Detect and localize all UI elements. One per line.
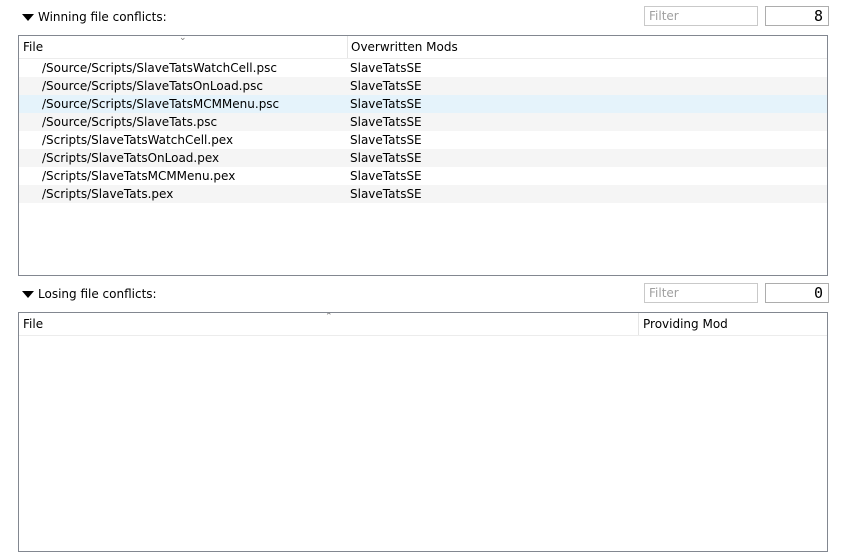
file-path-cell: /Scripts/SlaveTats.pex bbox=[42, 187, 174, 201]
losing-conflicts-list[interactable]: File ⌃ Providing Mod bbox=[18, 312, 828, 552]
table-row[interactable]: /Scripts/SlaveTatsWatchCell.pex SlaveTats… bbox=[19, 131, 827, 149]
file-path-cell: /Source/Scripts/SlaveTatsWatchCell.psc bbox=[42, 61, 277, 75]
mod-name-cell: SlaveTatsSE bbox=[350, 79, 422, 93]
winning-conflicts-list[interactable]: File ⌄ Overwritten Mods /Source/Scripts/… bbox=[18, 35, 828, 276]
losing-conflicts-title: Losing file conflicts: bbox=[38, 287, 157, 301]
column-header-overwritten-mods[interactable]: Overwritten Mods bbox=[347, 36, 827, 58]
file-path-cell: /Scripts/SlaveTatsOnLoad.pex bbox=[42, 151, 220, 165]
column-header-providing-mod[interactable]: Providing Mod bbox=[639, 313, 827, 335]
losing-column-header-row: File ⌃ Providing Mod bbox=[19, 313, 827, 336]
file-path-cell: /Source/Scripts/SlaveTats.psc bbox=[42, 115, 218, 129]
file-path-cell: /Scripts/SlaveTatsMCMMenu.pex bbox=[42, 169, 236, 183]
winning-count-value: 8 bbox=[813, 7, 823, 25]
file-path-cell: /Scripts/SlaveTatsWatchCell.pex bbox=[42, 133, 234, 147]
sort-caret-up-icon: ⌄ bbox=[179, 35, 187, 43]
table-row[interactable]: /Source/Scripts/SlaveTatsWatchCell.psc Sl… bbox=[19, 59, 827, 77]
mod-name-cell: SlaveTatsSE bbox=[350, 169, 422, 183]
mod-name-cell: SlaveTatsSE bbox=[350, 151, 422, 165]
table-row[interactable]: /Source/Scripts/SlaveTatsMCMMenu.psc Slav… bbox=[19, 95, 827, 113]
table-row[interactable]: /Source/Scripts/SlaveTats.psc SlaveTatsSE bbox=[19, 113, 827, 131]
file-path-cell: /Source/Scripts/SlaveTatsOnLoad.psc bbox=[42, 79, 263, 93]
winning-conflicts-title: Winning file conflicts: bbox=[38, 10, 167, 24]
file-path-cell: /Source/Scripts/SlaveTatsMCMMenu.psc bbox=[42, 97, 280, 111]
winning-filter-input[interactable] bbox=[644, 6, 758, 26]
winning-column-header-row: File ⌄ Overwritten Mods bbox=[19, 36, 827, 59]
mod-name-cell: SlaveTatsSE bbox=[350, 133, 422, 147]
winning-conflicts-header: Winning file conflicts: 8 bbox=[20, 5, 829, 29]
losing-filter-input[interactable] bbox=[644, 283, 758, 303]
table-row[interactable]: /Scripts/SlaveTats.pex SlaveTatsSE bbox=[19, 185, 827, 203]
table-row[interactable]: /Scripts/SlaveTatsMCMMenu.pex SlaveTatsSE bbox=[19, 167, 827, 185]
losing-conflicts-toggle[interactable]: Losing file conflicts: bbox=[20, 282, 157, 306]
table-row[interactable]: /Scripts/SlaveTatsOnLoad.pex SlaveTatsSE bbox=[19, 149, 827, 167]
mod-name-cell: SlaveTatsSE bbox=[350, 61, 422, 75]
mod-name-cell: SlaveTatsSE bbox=[350, 115, 422, 129]
expand-triangle-icon bbox=[22, 290, 34, 298]
losing-count-value: 0 bbox=[813, 284, 823, 302]
mod-name-cell: SlaveTatsSE bbox=[350, 187, 422, 201]
winning-rows: /Source/Scripts/SlaveTatsWatchCell.psc Sl… bbox=[19, 59, 827, 203]
sort-caret-up-icon: ⌃ bbox=[325, 312, 333, 322]
losing-count-display: 0 bbox=[765, 283, 829, 303]
losing-conflicts-header: Losing file conflicts: 0 bbox=[20, 282, 829, 306]
table-row[interactable]: /Source/Scripts/SlaveTatsOnLoad.psc Slave… bbox=[19, 77, 827, 95]
expand-triangle-icon bbox=[22, 13, 34, 21]
winning-count-display: 8 bbox=[765, 6, 829, 26]
winning-conflicts-toggle[interactable]: Winning file conflicts: bbox=[20, 5, 167, 29]
mod-name-cell: SlaveTatsSE bbox=[350, 97, 422, 111]
